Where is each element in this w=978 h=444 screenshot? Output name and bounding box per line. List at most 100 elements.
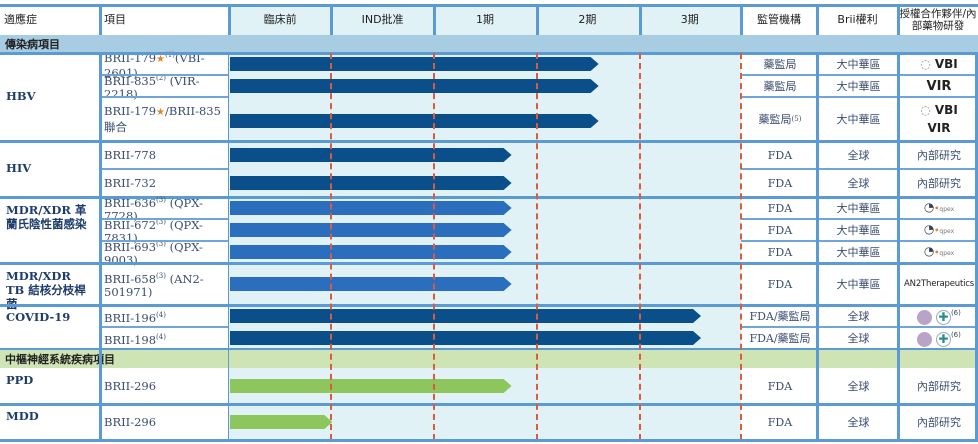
header-indication: 適應症: [4, 13, 37, 26]
regulator: FDA: [743, 219, 817, 241]
project-name: BRII-835(2) (VIR-2218): [101, 73, 228, 101]
header-phase-4: 3期: [680, 13, 699, 26]
row-divider: [741, 326, 978, 328]
rights: 大中華區: [836, 57, 881, 71]
partner: ◔•qpex: [900, 219, 978, 241]
progress-bar: [230, 379, 512, 393]
regulator-text: FDA: [767, 379, 793, 393]
section-divider: [0, 52, 978, 55]
header-divider: [740, 5, 743, 35]
progress-bar: [230, 201, 512, 215]
regulator-text: 藥監局: [758, 112, 792, 126]
phase-dashed-line: [330, 53, 332, 440]
phase-dashed-line: [433, 53, 435, 440]
project-name: BRII-179★/BRII-835 聯合: [101, 97, 228, 141]
qpex-logo: ◔•qpex: [923, 199, 955, 214]
rights: 大中華區: [836, 245, 881, 259]
partner: 內部研究: [917, 176, 961, 190]
row-divider: [741, 218, 978, 220]
indication-2: MDR/XDR 革蘭氏陰性菌感染: [6, 203, 87, 231]
header-divider: [639, 5, 642, 35]
row-divider: [100, 96, 229, 98]
indication-0: HBV: [6, 89, 36, 103]
indication-4: COVID-19: [6, 310, 71, 324]
partner: 內部研究: [917, 415, 961, 429]
footnote-marker: (3): [156, 195, 166, 204]
project-name: BRII-296: [101, 368, 228, 404]
row-divider: [100, 218, 229, 220]
rights: 大中華區: [836, 112, 881, 126]
regulator-text: FDA: [767, 277, 793, 291]
footnote-marker: (3): [156, 271, 166, 280]
row-divider: [100, 240, 229, 242]
header-project: 項目: [104, 13, 126, 26]
regulator-text: FDA: [767, 223, 793, 237]
header-phase-2: 1期: [475, 13, 494, 26]
header-divider: [433, 5, 436, 35]
regulator-text: FDA: [767, 176, 793, 190]
vir-logo: VIR: [926, 78, 952, 94]
regulator: FDA/藥監局: [743, 305, 817, 327]
partner: ◔•qpex: [900, 197, 978, 219]
partner: ◌ VBI: [900, 53, 978, 75]
regulator: FDA: [743, 141, 817, 169]
partner: AN2Therapeutics: [900, 263, 978, 305]
header-regulator: 監管機構: [757, 13, 801, 26]
header-rights: Brii權利: [837, 13, 878, 26]
header-divider: [536, 5, 539, 35]
rights: 大中華區: [836, 277, 881, 291]
header-phase-1: IND批准: [361, 13, 404, 26]
regulator: FDA: [743, 263, 817, 305]
rights: 全球: [847, 148, 870, 162]
project-code: BRII-658: [104, 271, 157, 286]
column-divider: [897, 53, 900, 440]
progress-bar: [230, 223, 512, 237]
phase-dashed-line: [536, 53, 538, 440]
regulator: FDA: [743, 368, 817, 404]
regulator-text: FDA: [767, 148, 793, 162]
row-divider: [100, 326, 229, 328]
project-name: BRII-778: [101, 141, 228, 169]
regulator: FDA: [743, 241, 817, 263]
header-phase-0: 臨床前: [263, 13, 297, 26]
footnote-marker: (4): [156, 332, 166, 341]
rights: 全球: [847, 331, 870, 345]
regulator-text: FDA: [767, 245, 793, 259]
progress-bar: [230, 176, 512, 190]
column-divider: [816, 53, 819, 440]
indication-1: HIV: [6, 161, 32, 175]
partner: ◔•qpex: [900, 241, 978, 263]
indication-6: MDD: [6, 409, 39, 423]
project-code: BRII-636: [104, 195, 157, 210]
column-divider: [228, 53, 229, 440]
indication-3: MDR/XDR TB 結核分枝桿菌: [6, 269, 86, 311]
row-divider: [100, 74, 229, 76]
footnote-marker: (5): [791, 114, 802, 123]
phase-dashed-line: [639, 53, 641, 440]
progress-bar: [230, 114, 599, 128]
regulator: 藥監局: [743, 75, 817, 97]
rights: 全球: [847, 415, 870, 429]
project-code: BRII-296: [104, 415, 157, 429]
row-divider: [741, 96, 978, 98]
project-code: BRII-196: [104, 310, 157, 325]
row-divider: [741, 74, 978, 76]
regulator-text: FDA/藥監局: [749, 309, 811, 323]
row-divider: [741, 240, 978, 242]
project-name: BRII-693(3) (QPX-9003): [101, 239, 228, 267]
header-divider: [330, 5, 333, 35]
vbi-vir-logo: ◌ VBI VIR: [920, 103, 958, 135]
project-name: BRII-198(4): [101, 327, 228, 349]
regulator: FDA: [743, 404, 817, 440]
regulator: FDA: [743, 197, 817, 219]
an2-logo: AN2Therapeutics: [904, 278, 974, 289]
project-code: BRII-296: [104, 379, 157, 393]
regulator-text: 藥監局: [763, 57, 797, 71]
progress-bar: [230, 245, 512, 259]
row-divider: [100, 168, 229, 170]
phase-dashed-line: [740, 53, 742, 440]
project-code: BRII-778: [104, 148, 157, 162]
partner: VIR: [900, 75, 978, 97]
qpex-logo: ◔•qpex: [923, 243, 955, 258]
row-divider: [741, 168, 978, 170]
